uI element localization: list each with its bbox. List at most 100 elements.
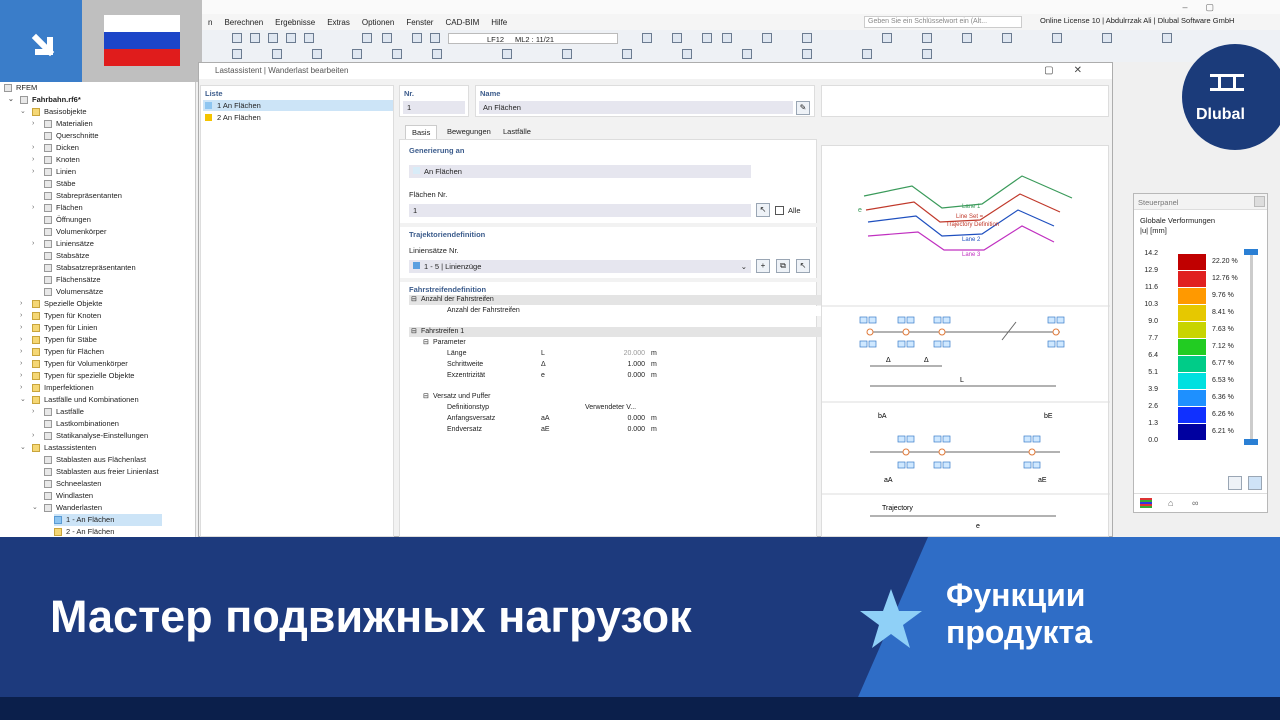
nav-item[interactable]: › Statikanalyse-Einstellungen <box>32 430 148 442</box>
display-tab-icon[interactable]: ⌂ <box>1168 498 1173 508</box>
expand-icon[interactable]: › <box>20 370 26 382</box>
toolbar-button-icon[interactable] <box>1002 33 1012 43</box>
nav-item[interactable]: ⌄ Lastfälle und Kombinationen <box>20 394 139 406</box>
select-lineset-icon[interactable]: ↖ <box>796 259 810 273</box>
toolbar-button-icon[interactable] <box>304 33 314 43</box>
nav-item[interactable]: Volumensätze <box>32 286 103 298</box>
table-row[interactable]: Endversatz aE 0.000 m <box>409 425 823 435</box>
flaechen-field[interactable]: 1 <box>409 204 751 217</box>
table-row[interactable]: Definitionstyp Verwendeter V... <box>409 403 823 413</box>
collapse-icon[interactable]: ⌄ <box>8 94 14 106</box>
expand-icon[interactable]: › <box>20 382 26 394</box>
nav-item[interactable]: Stabrepräsentanten <box>32 190 122 202</box>
window-controls-icon[interactable]: –▢ <box>1182 2 1232 13</box>
nav-item[interactable]: › Typen für Knoten <box>20 310 101 322</box>
collapse-box-icon[interactable]: ⊟ <box>411 327 417 337</box>
panel-legend-icon[interactable] <box>1248 476 1262 490</box>
toolbar-button-icon[interactable] <box>672 33 682 43</box>
factors-tab-icon[interactable]: ∞ <box>1192 498 1198 508</box>
nav-item[interactable]: › Lastfälle <box>32 406 84 418</box>
nav-item[interactable]: › Dicken <box>32 142 79 154</box>
nav-item[interactable]: Stäbe <box>32 178 76 190</box>
expand-icon[interactable]: › <box>32 202 38 214</box>
toolbar-button-icon[interactable] <box>922 49 932 59</box>
nav-item[interactable]: Volumenkörper <box>32 226 106 238</box>
menu-item-fenster[interactable]: Fenster <box>400 18 439 27</box>
menu-item-berechnen[interactable]: Berechnen <box>218 18 269 27</box>
toolbar-button-icon[interactable] <box>682 49 692 59</box>
toolbar-button-icon[interactable] <box>392 49 402 59</box>
menu-item-ergebnisse[interactable]: Ergebnisse <box>269 18 321 27</box>
nav-item[interactable]: ⌄ Wanderlasten <box>32 502 102 514</box>
toolbar-button-icon[interactable] <box>232 49 242 59</box>
anzahl-value[interactable]: 1 <box>749 306 831 316</box>
toolbar-button-icon[interactable] <box>502 49 512 59</box>
name-field[interactable]: An Flächen <box>479 101 793 114</box>
list-item-selected[interactable]: 1 An Flächen <box>203 100 393 111</box>
chevron-down-icon[interactable]: ⌄ <box>741 260 747 273</box>
collapse-icon[interactable]: ⌄ <box>20 106 26 118</box>
toolbar-button-icon[interactable] <box>882 33 892 43</box>
nav-item[interactable]: ⌄ Lastassistenten <box>20 442 96 454</box>
nav-item[interactable]: Stablasten aus freier Linienlast <box>32 466 159 478</box>
table-row[interactable]: Schrittweite Δ 1.000 m <box>409 360 823 370</box>
legend-slider-bottom-handle[interactable] <box>1244 439 1258 445</box>
legend-slider-top-handle[interactable] <box>1244 249 1258 255</box>
nav-item[interactable]: › Knoten <box>32 154 80 166</box>
toolbar-button-icon[interactable] <box>352 49 362 59</box>
nav-item[interactable]: Stablasten aus Flächenlast <box>32 454 146 466</box>
nav-item[interactable]: 2 - An Flächen <box>54 526 114 537</box>
nav-item[interactable]: › Linien <box>32 166 76 178</box>
nav-item[interactable]: › Materialien <box>32 118 93 130</box>
collapse-icon[interactable]: ⌄ <box>32 502 38 514</box>
table-row[interactable]: Länge L 20.000 m <box>409 349 823 359</box>
toolbar-button-icon[interactable] <box>762 33 772 43</box>
toolbar-button-icon[interactable] <box>642 33 652 43</box>
collapse-icon[interactable]: ⌄ <box>20 394 26 406</box>
toolbar-button-icon[interactable] <box>382 33 392 43</box>
nav-item[interactable]: › Flächen <box>32 202 83 214</box>
toolbar-button-icon[interactable] <box>742 49 752 59</box>
expand-icon[interactable]: › <box>32 142 38 154</box>
toolbar-button-icon[interactable] <box>250 33 260 43</box>
expand-icon[interactable]: › <box>20 346 26 358</box>
menu-item-extras[interactable]: Extras <box>321 18 356 27</box>
tab-bewegungen[interactable]: Bewegungen <box>441 125 497 139</box>
nav-item[interactable]: Schneelasten <box>32 478 101 490</box>
toolbar-button-icon[interactable] <box>802 33 812 43</box>
toolbar-button-icon[interactable] <box>622 49 632 59</box>
menu-item-hilfe[interactable]: Hilfe <box>485 18 513 27</box>
generierung-field[interactable]: An Flächen <box>409 165 751 178</box>
expand-icon[interactable]: › <box>20 310 26 322</box>
toolbar-button-icon[interactable] <box>702 33 712 43</box>
nav-file[interactable]: ⌄ Fahrbahn.rf6* <box>8 94 81 106</box>
expand-icon[interactable]: › <box>20 358 26 370</box>
expand-icon[interactable]: › <box>20 334 26 346</box>
edit-lineset-icon[interactable]: ⧉ <box>776 259 790 273</box>
edit-name-icon[interactable]: ✎ <box>796 101 810 115</box>
toolbar-button-icon[interactable] <box>430 33 440 43</box>
nav-item[interactable]: › Spezielle Objekte <box>20 298 102 310</box>
expand-icon[interactable]: › <box>32 238 38 250</box>
menu-item-prev[interactable]: n <box>202 18 218 27</box>
nav-item[interactable]: Stabsatzrepräsentanten <box>32 262 136 274</box>
toolbar-button-icon[interactable] <box>962 33 972 43</box>
nav-item-selected[interactable]: 1 - An Flächen <box>54 514 162 526</box>
panel-close-icon[interactable] <box>1254 196 1265 207</box>
new-lineset-icon[interactable]: + <box>756 259 770 273</box>
nav-item[interactable]: › Typen für Stäbe <box>20 334 97 346</box>
toolbar-button-icon[interactable] <box>268 33 278 43</box>
menu-item-cad-bim[interactable]: CAD-BIM <box>439 18 485 27</box>
toolbar-button-icon[interactable] <box>432 49 442 59</box>
tab-lastfaelle[interactable]: Lastfälle <box>497 125 537 139</box>
toolbar-button-icon[interactable] <box>722 33 732 43</box>
toolbar-button-icon[interactable] <box>802 49 812 59</box>
toolbar-button-icon[interactable] <box>412 33 422 43</box>
nav-item[interactable]: ⌄ Basisobjekte <box>20 106 87 118</box>
tab-basis[interactable]: Basis <box>405 125 438 139</box>
toolbar-button-icon[interactable] <box>862 49 872 59</box>
nav-item[interactable]: › Typen für Volumenkörper <box>20 358 128 370</box>
nav-item[interactable]: › Typen für spezielle Objekte <box>20 370 134 382</box>
legend-slider-track[interactable] <box>1250 252 1253 444</box>
expand-icon[interactable]: › <box>32 154 38 166</box>
